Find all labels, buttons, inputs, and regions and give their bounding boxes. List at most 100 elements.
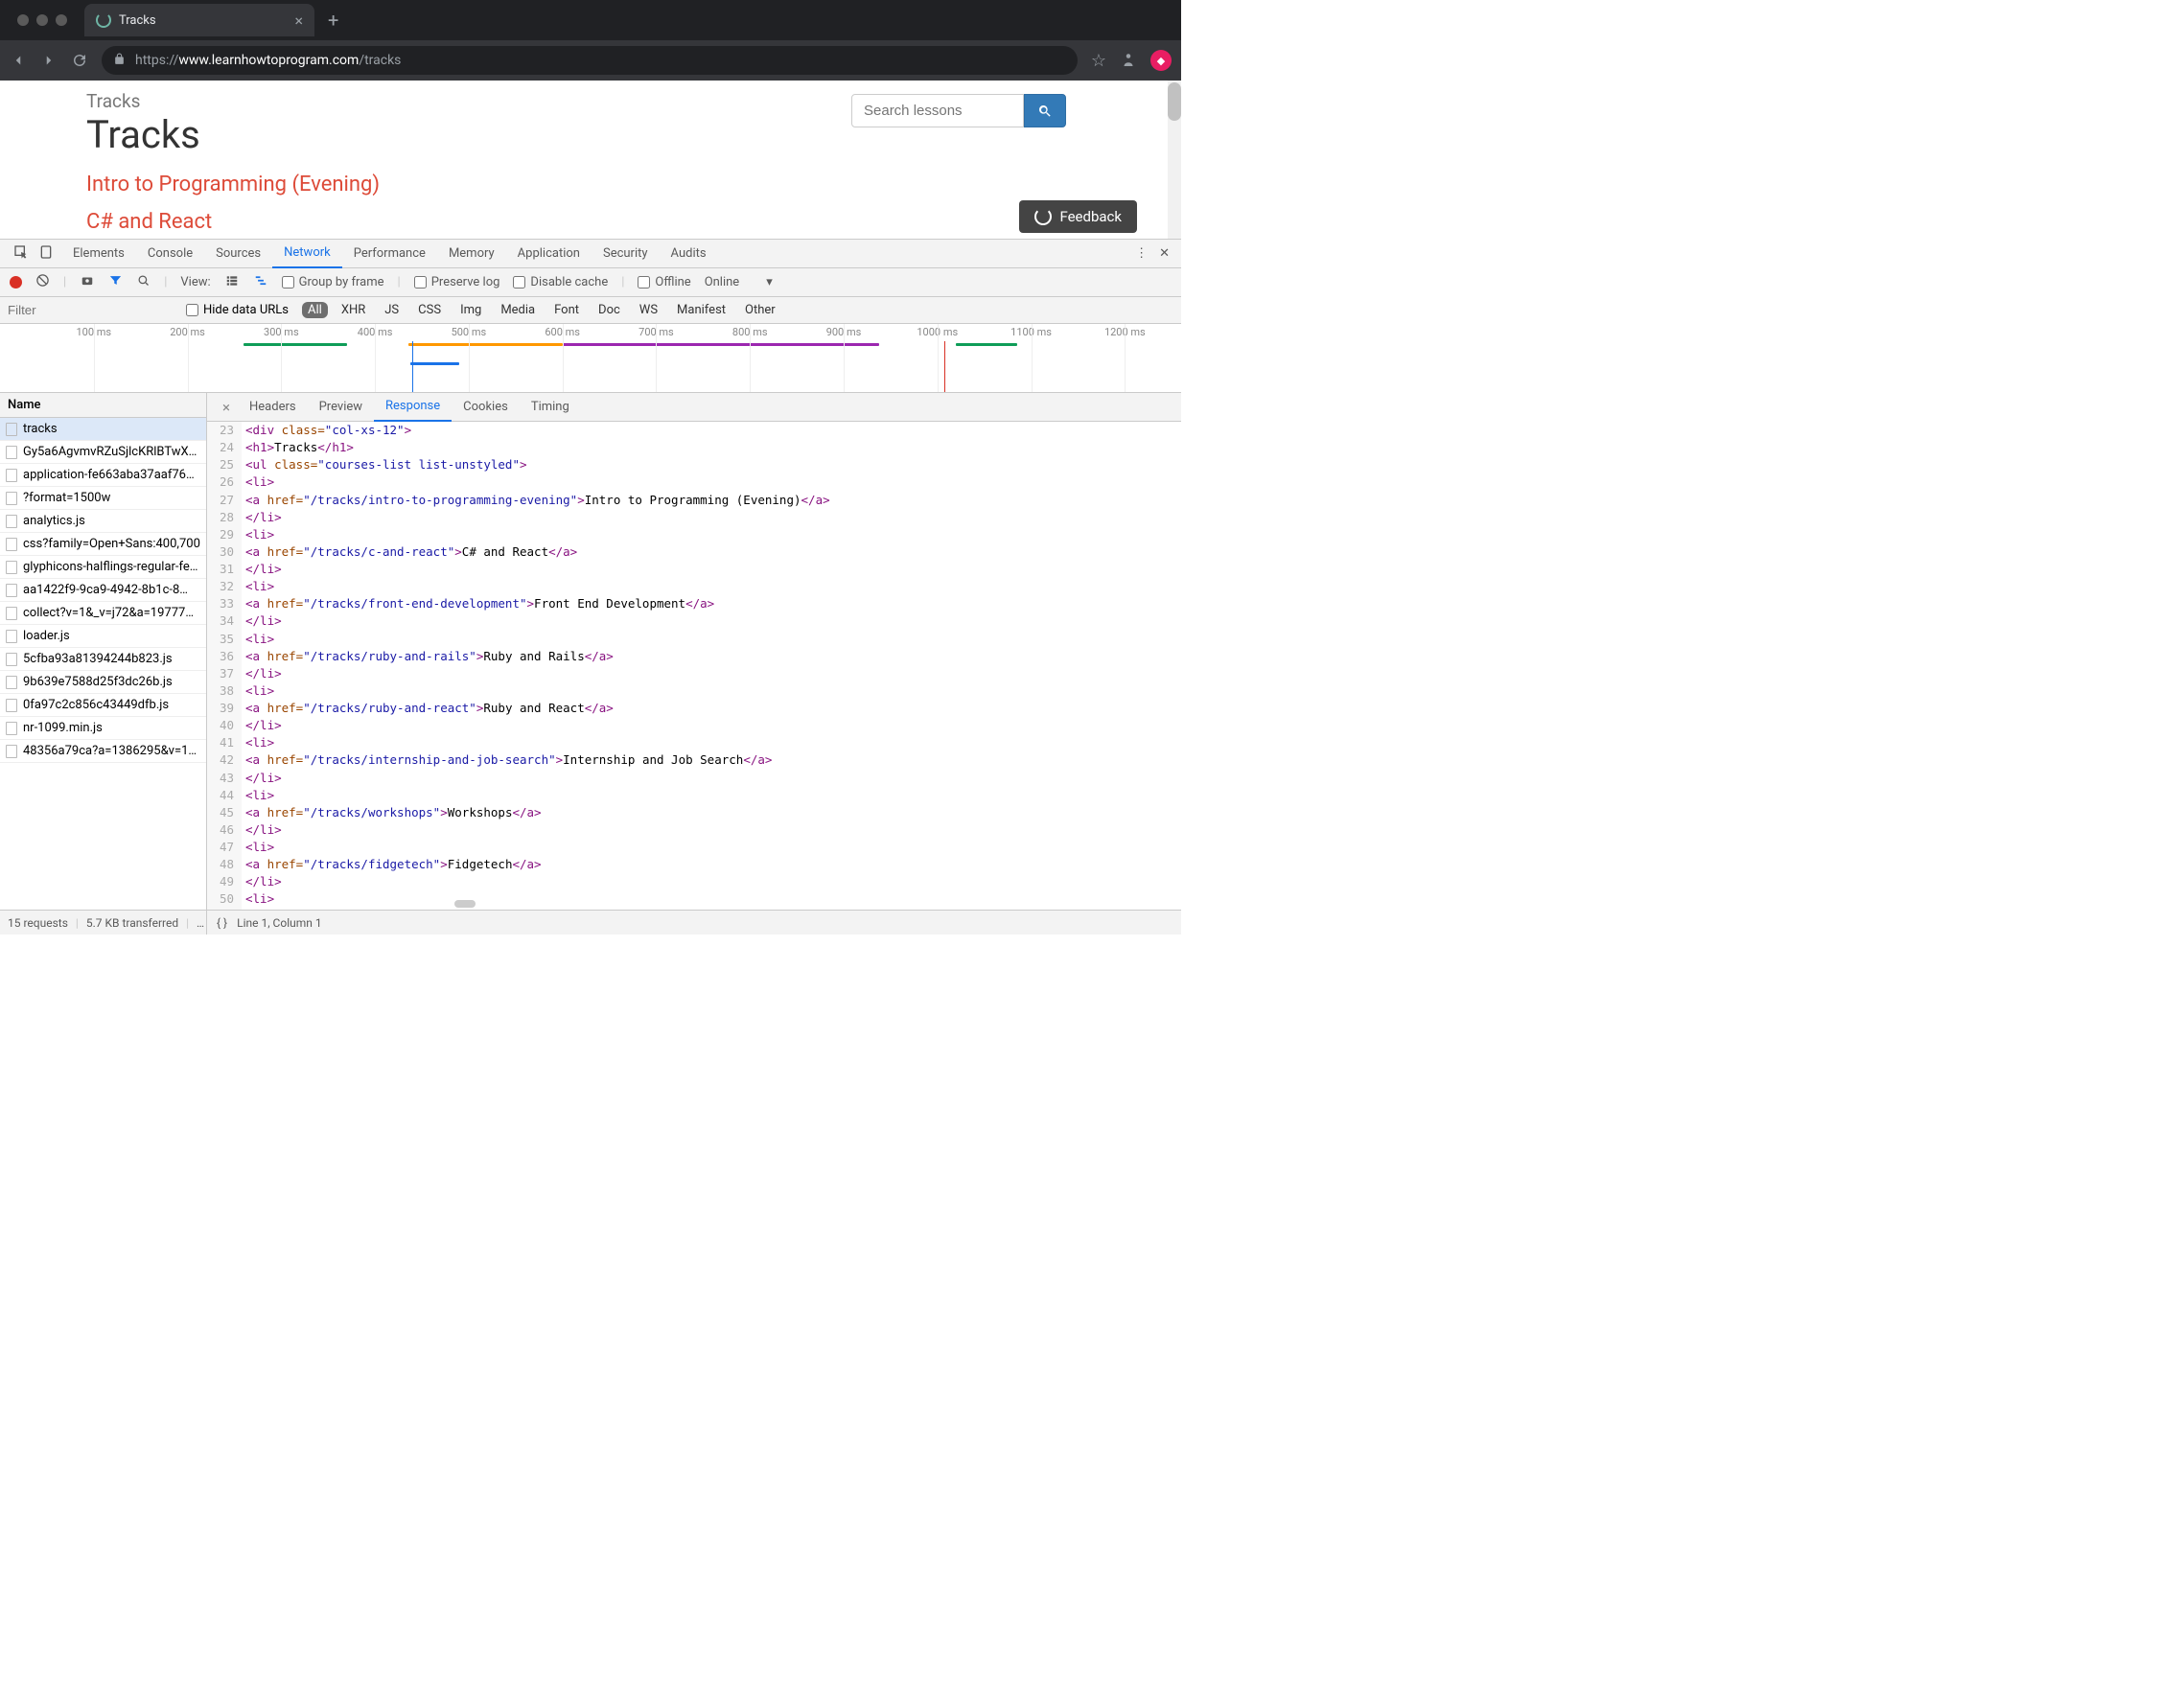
code-line[interactable]: </li> — [242, 509, 282, 526]
detail-tab-response[interactable]: Response — [374, 393, 452, 422]
devtools-tab-elements[interactable]: Elements — [61, 240, 136, 268]
code-line[interactable]: <li> — [242, 526, 274, 543]
request-row[interactable]: tracks — [0, 418, 206, 441]
code-line[interactable]: <li> — [242, 578, 274, 595]
disable-cache-checkbox[interactable]: Disable cache — [513, 275, 608, 289]
code-line[interactable]: <a href="/tracks/intro-to-programming-ev… — [242, 492, 830, 509]
filter-type-css[interactable]: CSS — [412, 302, 447, 318]
minimize-window-icon[interactable] — [36, 14, 48, 26]
throttling-select[interactable]: Online▾ — [705, 275, 773, 289]
devtools-close-icon[interactable]: ✕ — [1159, 246, 1170, 261]
code-line[interactable]: <a href="/tracks/c-and-react">C# and Rea… — [242, 543, 577, 561]
close-window-icon[interactable] — [17, 14, 29, 26]
code-line[interactable]: <h1>Tracks</h1> — [242, 439, 354, 456]
request-row[interactable]: glyphicons-halflings-regular-fe… — [0, 556, 206, 579]
request-row[interactable]: analytics.js — [0, 510, 206, 533]
filter-type-js[interactable]: JS — [379, 302, 405, 318]
filter-type-ws[interactable]: WS — [634, 302, 663, 318]
code-line[interactable]: <a href="/tracks/internship-and-job-sear… — [242, 751, 772, 769]
track-link[interactable]: C# and React — [86, 210, 1095, 234]
new-tab-button[interactable]: + — [328, 9, 338, 32]
search-button[interactable] — [1024, 94, 1066, 127]
maximize-window-icon[interactable] — [56, 14, 67, 26]
detail-tab-preview[interactable]: Preview — [308, 393, 374, 422]
response-source[interactable]: 23<div class="col-xs-12">24<h1>Tracks</h… — [207, 422, 1181, 910]
close-detail-icon[interactable]: × — [215, 399, 238, 416]
feedback-button[interactable]: Feedback — [1019, 200, 1137, 233]
filter-type-all[interactable]: All — [302, 302, 328, 318]
horizontal-scrollbar-thumb[interactable] — [454, 900, 476, 908]
hide-data-urls-checkbox[interactable]: Hide data URLs — [186, 303, 289, 317]
code-line[interactable]: <li> — [242, 787, 274, 804]
code-line[interactable]: </li> — [242, 873, 282, 890]
code-line[interactable]: </li> — [242, 612, 282, 630]
request-row[interactable]: Gy5a6AgvmvRZuSjlcKRlBTwX… — [0, 441, 206, 464]
detail-tab-timing[interactable]: Timing — [520, 393, 581, 422]
code-line[interactable]: </li> — [242, 821, 282, 839]
code-line[interactable]: <li> — [242, 631, 274, 648]
request-row[interactable]: 9b639e7588d25f3dc26b.js — [0, 671, 206, 694]
code-line[interactable]: <a href="/tracks/ruby-and-react">Ruby an… — [242, 700, 614, 717]
code-line[interactable]: <li> — [242, 473, 274, 491]
code-line[interactable]: </li> — [242, 770, 282, 787]
code-line[interactable]: </li> — [242, 717, 282, 734]
filter-type-other[interactable]: Other — [739, 302, 781, 318]
devtools-tab-security[interactable]: Security — [592, 240, 660, 268]
extensions-icon[interactable] — [1120, 52, 1137, 69]
devtools-tab-network[interactable]: Network — [272, 240, 342, 268]
reload-button[interactable] — [71, 52, 88, 69]
search-network-icon[interactable] — [136, 273, 151, 291]
inspect-element-icon[interactable] — [13, 244, 29, 264]
url-bar[interactable]: https://www.learnhowtoprogram.com/tracks — [102, 46, 1078, 75]
profile-avatar[interactable]: ◆ — [1150, 50, 1172, 71]
code-line[interactable]: <li> — [242, 682, 274, 700]
filter-type-xhr[interactable]: XHR — [336, 302, 371, 318]
close-tab-icon[interactable]: × — [294, 12, 303, 30]
devtools-tab-console[interactable]: Console — [136, 240, 204, 268]
network-timeline[interactable]: 100 ms200 ms300 ms400 ms500 ms600 ms700 … — [0, 324, 1181, 393]
device-toggle-icon[interactable] — [38, 244, 54, 264]
request-row[interactable]: nr-1099.min.js — [0, 717, 206, 740]
code-line[interactable]: <a href="/tracks/front-end-development">… — [242, 595, 714, 612]
code-line[interactable]: </li> — [242, 665, 282, 682]
devtools-tab-performance[interactable]: Performance — [342, 240, 437, 268]
back-button[interactable] — [10, 52, 27, 69]
code-line[interactable]: <a href="/tracks/workshops">Workshops</a… — [242, 804, 542, 821]
bookmark-star-icon[interactable]: ☆ — [1091, 51, 1106, 71]
code-line[interactable]: <li> — [242, 734, 274, 751]
detail-tab-cookies[interactable]: Cookies — [452, 393, 520, 422]
code-line[interactable]: <div class="col-xs-12"> — [242, 422, 411, 439]
code-line[interactable]: <li> — [242, 890, 274, 908]
request-list-header[interactable]: Name — [0, 393, 206, 418]
window-controls[interactable] — [8, 14, 77, 26]
request-row[interactable]: 0fa97c2c856c43449dfb.js — [0, 694, 206, 717]
devtools-more-icon[interactable]: ⋮ — [1135, 246, 1148, 261]
request-row[interactable]: 48356a79ca?a=1386295&v=1… — [0, 740, 206, 763]
filter-type-manifest[interactable]: Manifest — [671, 302, 731, 318]
preserve-log-checkbox[interactable]: Preserve log — [414, 275, 500, 289]
request-row[interactable]: ?format=1500w — [0, 487, 206, 510]
filter-type-doc[interactable]: Doc — [592, 302, 626, 318]
code-line[interactable]: <ul class="courses-list list-unstyled"> — [242, 456, 527, 473]
request-row[interactable]: loader.js — [0, 625, 206, 648]
request-row[interactable]: 5cfba93a81394244b823.js — [0, 648, 206, 671]
code-line[interactable]: <a href="/tracks/archived">Archived</a> — [242, 909, 527, 911]
code-line[interactable]: <a href="/tracks/ruby-and-rails">Ruby an… — [242, 648, 614, 665]
page-scrollbar[interactable] — [1168, 81, 1181, 239]
search-input[interactable] — [851, 94, 1024, 127]
code-line[interactable]: </li> — [242, 561, 282, 578]
screenshot-icon[interactable] — [80, 274, 95, 291]
filter-type-font[interactable]: Font — [548, 302, 585, 318]
offline-checkbox[interactable]: Offline — [638, 275, 690, 289]
filter-icon[interactable] — [108, 273, 123, 291]
filter-type-img[interactable]: Img — [454, 302, 487, 318]
devtools-tab-sources[interactable]: Sources — [204, 240, 272, 268]
code-line[interactable]: <a href="/tracks/fidgetech">Fidgetech</a… — [242, 856, 542, 873]
group-by-frame-checkbox[interactable]: Group by frame — [282, 275, 384, 289]
track-link[interactable]: Intro to Programming (Evening) — [86, 173, 1095, 196]
detail-tab-headers[interactable]: Headers — [238, 393, 308, 422]
format-icon[interactable]: { } — [217, 916, 227, 930]
record-button[interactable] — [10, 276, 22, 289]
filter-type-media[interactable]: Media — [495, 302, 541, 318]
view-waterfall-icon[interactable] — [253, 274, 268, 291]
